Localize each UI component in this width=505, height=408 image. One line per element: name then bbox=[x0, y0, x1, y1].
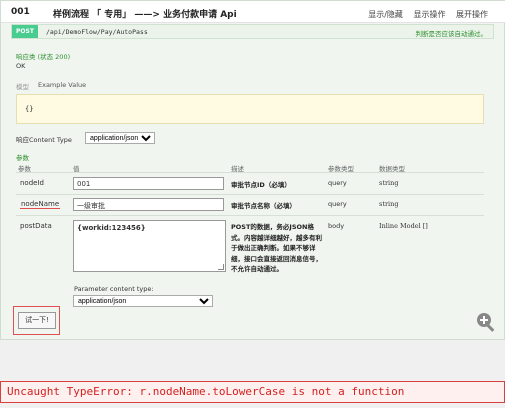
parameters-heading: 参数 bbox=[16, 154, 29, 162]
nodename-input[interactable]: 一级审批 bbox=[73, 198, 224, 211]
param-type-postdata: body bbox=[328, 222, 345, 230]
table-divider bbox=[16, 172, 484, 173]
zoom-in-icon[interactable] bbox=[475, 311, 497, 333]
toggle-visibility-link[interactable]: 显示/隐藏 bbox=[368, 10, 403, 19]
operation-bar[interactable]: POST /api/DemoFlow/Pay/AutoPass 判断是否应该自动… bbox=[11, 24, 494, 39]
example-value-box: {} bbox=[16, 94, 484, 124]
expand-operations-link[interactable]: 展开操作 bbox=[456, 10, 488, 19]
resize-handle-icon[interactable] bbox=[218, 264, 224, 270]
param-content-type-label: Parameter content type: bbox=[74, 285, 154, 293]
show-operations-link[interactable]: 显示操作 bbox=[413, 10, 445, 19]
response-class-heading: 响应类 (状态 200) bbox=[16, 53, 71, 61]
operation-number: 001 bbox=[11, 7, 30, 17]
param-content-type-select[interactable]: application/json bbox=[73, 295, 213, 307]
endpoint-path: /api/DemoFlow/Pay/AutoPass bbox=[46, 28, 148, 36]
response-status: OK bbox=[16, 62, 26, 70]
data-type-nodeid: string bbox=[379, 179, 399, 187]
operation-title[interactable]: 样例流程 「 专用」 ——> 业务付款申请 Api bbox=[53, 7, 237, 20]
model-tab[interactable]: 模型 bbox=[16, 81, 29, 91]
response-content-type-label: 响应Content Type bbox=[16, 136, 72, 144]
param-name-postdata: postData bbox=[20, 222, 52, 230]
header-actions: 显示/隐藏 显示操作 展开操作 bbox=[360, 9, 488, 20]
data-type-postdata: Inline Model [] bbox=[379, 222, 428, 230]
example-value-tab[interactable]: Example Value bbox=[38, 81, 86, 89]
error-text: Uncaught TypeError: r.nodeName.toLowerCa… bbox=[7, 385, 405, 398]
param-name-nodename: nodeName bbox=[20, 200, 61, 209]
http-method-badge: POST bbox=[12, 25, 38, 38]
param-name-nodeid: nodeId bbox=[20, 179, 44, 187]
data-type-nodename: string bbox=[379, 200, 399, 208]
example-value-text: {} bbox=[25, 105, 34, 113]
header-bar: 001 样例流程 「 专用」 ——> 业务付款申请 Api 显示/隐藏 显示操作… bbox=[1, 1, 505, 23]
try-it-out-button[interactable]: 试一下! bbox=[18, 312, 56, 329]
param-desc-nodename: 审批节点名称（必填） bbox=[231, 202, 296, 210]
operation-panel: 001 样例流程 「 专用」 ——> 业务付款申请 Api 显示/隐藏 显示操作… bbox=[0, 0, 505, 340]
row-divider bbox=[16, 194, 484, 195]
operation-summary: 判断是否应该自动通过。 bbox=[415, 30, 488, 38]
param-type-nodename: query bbox=[328, 200, 347, 208]
postdata-textarea[interactable]: {workid:123456} bbox=[73, 220, 226, 272]
param-desc-nodeid: 审批节点ID（必填） bbox=[231, 181, 291, 189]
param-type-nodeid: query bbox=[328, 179, 347, 187]
response-content-type-select[interactable]: application/json bbox=[85, 132, 155, 144]
postdata-value: {workid:123456} bbox=[77, 224, 146, 232]
param-desc-postdata: POST的数据，务必JSON格式。内容越详细越好，越多有利于做出正确判断。如果不… bbox=[231, 223, 322, 273]
nodeid-input[interactable]: 001 bbox=[73, 177, 224, 190]
console-error-message: Uncaught TypeError: r.nodeName.toLowerCa… bbox=[0, 381, 505, 403]
row-divider bbox=[16, 215, 484, 216]
